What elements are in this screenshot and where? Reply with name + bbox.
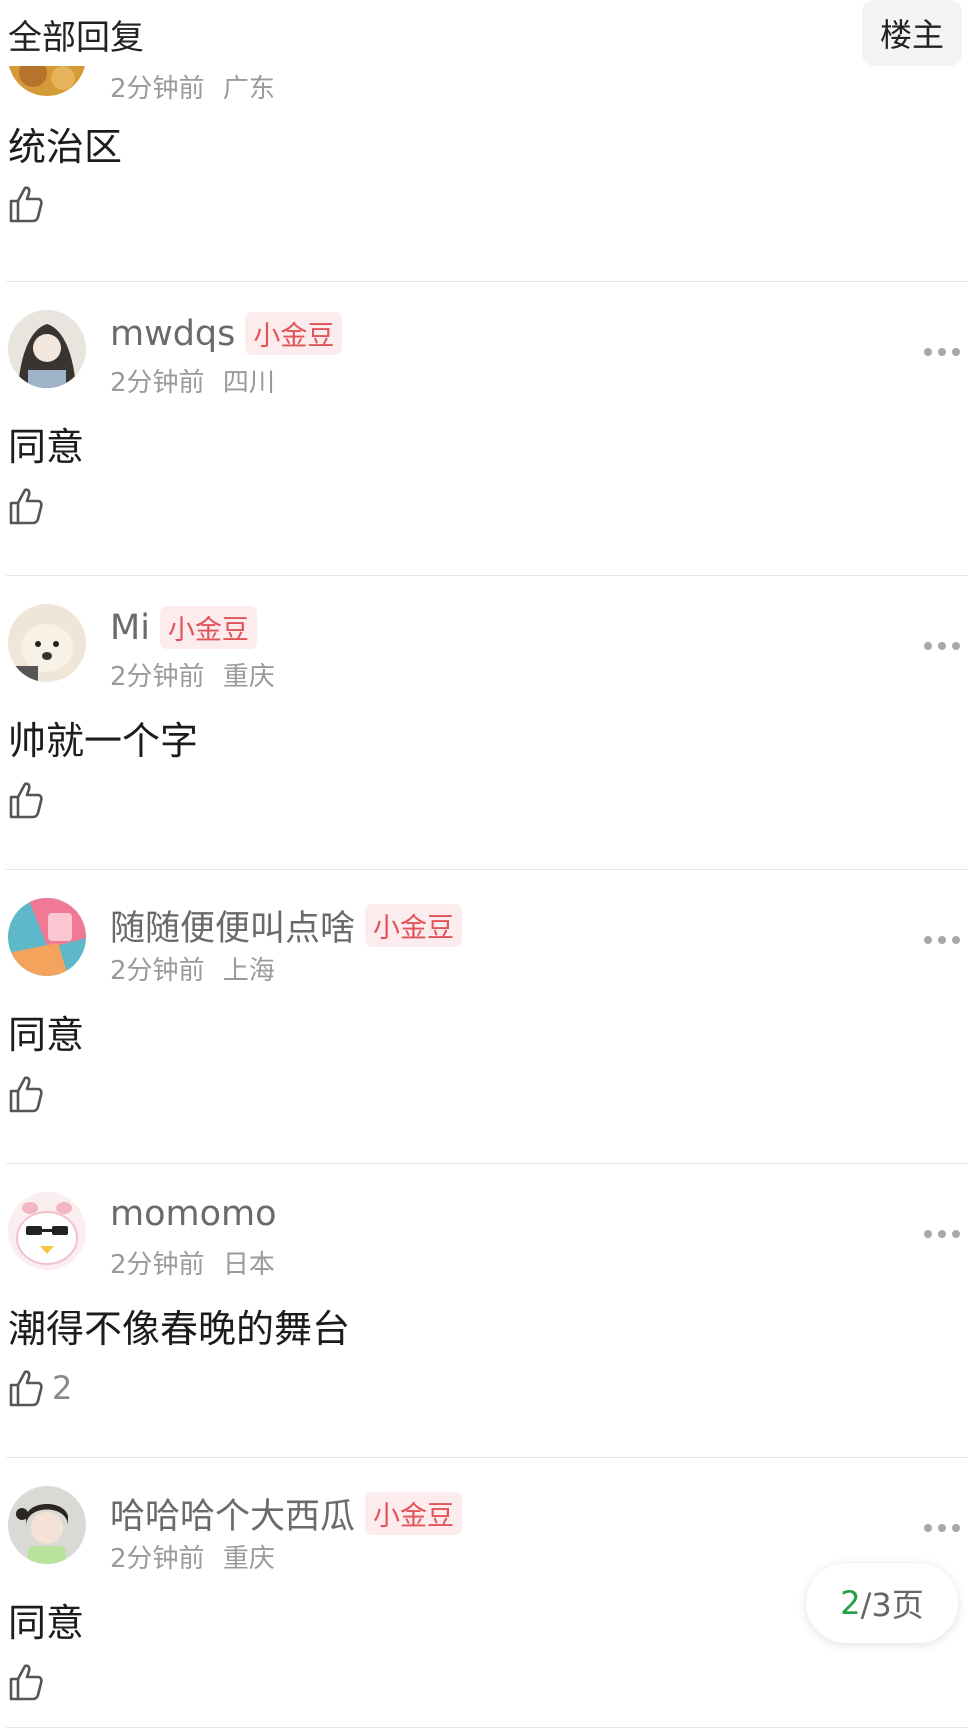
level-badge: 小金豆 [365, 904, 463, 947]
reply-location: 四川 [222, 368, 275, 398]
thumbs-up-icon [9, 1076, 43, 1113]
more-dot [938, 936, 946, 944]
username[interactable]: Mi [110, 608, 150, 648]
reply-text: 帅就一个字 [8, 719, 199, 763]
more-dot [952, 642, 960, 650]
name-row: Mi 小金豆 [110, 606, 257, 649]
thumbs-up-icon [9, 186, 43, 223]
thumbs-up-icon [9, 1370, 43, 1407]
divider [6, 1163, 968, 1164]
divider [6, 1727, 968, 1728]
more-dot [924, 1524, 932, 1532]
like-button[interactable] [8, 486, 52, 526]
like-count: 2 [52, 1369, 73, 1407]
more-dot [952, 1230, 960, 1238]
reply-meta: 2分钟前 广东 [110, 68, 275, 105]
reply-meta: 2分钟前 日本 [110, 1244, 275, 1281]
avatar[interactable] [8, 1486, 86, 1564]
username[interactable]: 随随便便叫点啥 [110, 900, 355, 951]
reply-text: 同意 [8, 425, 85, 469]
more-options-button[interactable] [924, 1230, 960, 1238]
username[interactable]: mwdqs [110, 314, 235, 354]
more-dot [952, 348, 960, 356]
avatar[interactable] [8, 898, 86, 976]
reply-meta: 2分钟前 四川 [110, 362, 275, 399]
more-dot [924, 936, 932, 944]
name-row: 随随便便叫点啥 小金豆 [110, 900, 463, 951]
divider [6, 869, 968, 870]
reply-time: 2分钟前 [110, 662, 205, 692]
name-row: momomo [110, 1194, 277, 1234]
thumbs-up-icon [9, 1664, 43, 1701]
like-button[interactable]: 2 [8, 1368, 72, 1408]
reply-location: 广东 [222, 74, 275, 104]
reply-meta: 2分钟前 重庆 [110, 656, 275, 693]
more-dot [938, 1524, 946, 1532]
username[interactable]: momomo [110, 1194, 277, 1234]
reply-time: 2分钟前 [110, 1544, 205, 1574]
reply-time: 2分钟前 [110, 368, 205, 398]
level-badge: 小金豆 [245, 312, 343, 355]
reply-text: 统治区 [8, 125, 123, 169]
like-button[interactable] [8, 1074, 52, 1114]
level-badge: 小金豆 [365, 1492, 463, 1535]
owner-only-button[interactable]: 楼主 [862, 0, 962, 66]
more-dot [924, 1230, 932, 1238]
like-button[interactable] [8, 780, 52, 820]
reply-meta: 2分钟前 上海 [110, 950, 275, 987]
reply-time: 2分钟前 [110, 956, 205, 986]
thumbs-up-icon [9, 488, 43, 525]
reply-time: 2分钟前 [110, 74, 205, 104]
like-button[interactable] [8, 184, 44, 224]
name-row: 哈哈哈个大西瓜 小金豆 [110, 1488, 463, 1539]
more-dot [938, 1230, 946, 1238]
divider [6, 575, 968, 576]
more-options-button[interactable] [924, 348, 960, 356]
more-dot [924, 642, 932, 650]
more-options-button[interactable] [924, 642, 960, 650]
username[interactable]: 哈哈哈个大西瓜 [110, 1488, 355, 1539]
all-replies-title: 全部回复 [8, 18, 144, 58]
reply-location: 日本 [222, 1250, 275, 1280]
level-badge: 小金豆 [159, 606, 257, 649]
reply-time: 2分钟前 [110, 1250, 205, 1280]
divider [6, 1457, 968, 1458]
reply-text: 同意 [8, 1013, 85, 1057]
reply-location: 上海 [222, 956, 275, 986]
more-options-button[interactable] [924, 1524, 960, 1532]
name-row: mwdqs 小金豆 [110, 312, 343, 355]
reply-text: 潮得不像春晚的舞台 [8, 1307, 351, 1351]
more-dot [952, 1524, 960, 1532]
top-bar: 全部回复 楼主 [0, 0, 974, 66]
divider [6, 281, 968, 282]
thumbs-up-icon [9, 782, 43, 819]
more-dot [952, 936, 960, 944]
total-pages: /3页 [860, 1586, 924, 1624]
reply-location: 重庆 [222, 662, 275, 692]
reply-location: 重庆 [222, 1544, 275, 1574]
more-dot [938, 642, 946, 650]
reply-text: 同意 [8, 1601, 85, 1645]
current-page: 2 [840, 1584, 861, 1622]
page-indicator-button[interactable]: 2/3页 [806, 1563, 958, 1643]
avatar[interactable] [8, 604, 86, 682]
avatar[interactable] [8, 1192, 86, 1270]
avatar[interactable] [8, 310, 86, 388]
more-options-button[interactable] [924, 936, 960, 944]
like-button[interactable] [8, 1662, 52, 1702]
more-dot [924, 348, 932, 356]
more-dot [938, 348, 946, 356]
reply-meta: 2分钟前 重庆 [110, 1538, 275, 1575]
